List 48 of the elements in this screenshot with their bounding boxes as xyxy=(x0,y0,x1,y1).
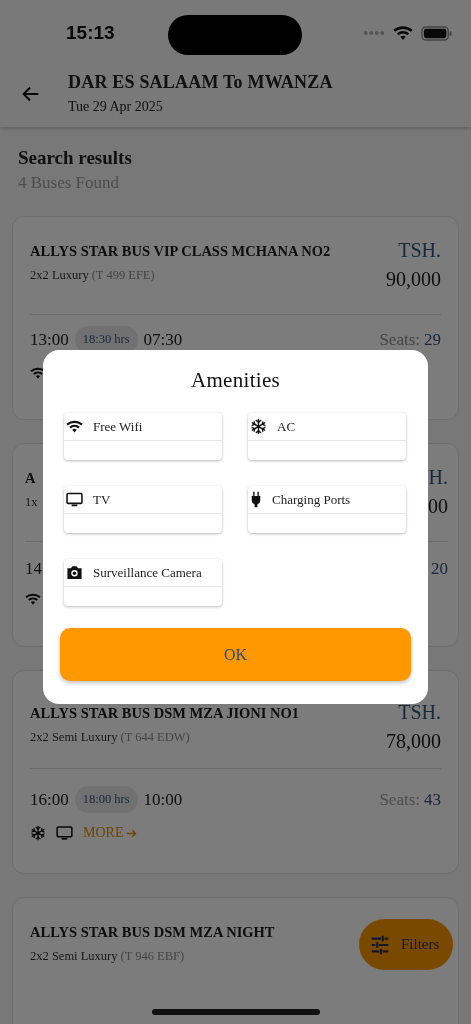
currency-label: TSH. xyxy=(397,239,441,262)
plate-number: (T 644 EDW) xyxy=(120,730,190,744)
plug-icon xyxy=(250,491,262,508)
bus-class: 2x2 Semi Luxury xyxy=(30,730,118,744)
bus-class: 2x2 Luxury xyxy=(30,268,89,282)
status-time: 15:13 xyxy=(66,22,115,44)
wifi-signal-icon xyxy=(393,25,413,41)
seats-count: 29 xyxy=(424,329,441,349)
section-title: Search results xyxy=(18,147,133,169)
departure-time: 16:00 xyxy=(30,789,69,810)
currency-label: TSH. xyxy=(397,701,441,724)
fare-price: 90,000 xyxy=(386,268,441,291)
travel-date: Tue 29 Apr 2025 xyxy=(68,99,164,115)
bus-name: ALLYS STAR BUS VIP CLASS MCHANA NO2 xyxy=(30,243,331,260)
sliders-icon xyxy=(369,933,391,956)
bus-class: 2x2 Semi Luxury xyxy=(30,949,118,963)
bus-name: ALLYS STAR BUS DSM MZA NIGHT xyxy=(30,924,275,941)
tv-icon xyxy=(66,492,83,507)
tv-icon xyxy=(56,826,73,840)
amenity-label: Surveillance Camera xyxy=(93,564,202,581)
departure-time: 13:00 xyxy=(30,329,69,350)
ok-button[interactable]: OK xyxy=(60,628,411,681)
fare-price: 78,000 xyxy=(386,730,441,753)
wifi-icon xyxy=(30,365,46,381)
seats-count: 43 xyxy=(424,789,441,809)
amenity-label: TV xyxy=(93,491,111,508)
currency-label: H. xyxy=(428,466,448,489)
fare-price: 00 xyxy=(428,495,448,518)
route-title: DAR ES SALAAM To MWANZA xyxy=(68,72,333,93)
seats-count: 20 xyxy=(431,559,448,578)
bus-name: ALLYS STAR BUS DSM MZA JIONI NO1 xyxy=(30,705,300,722)
battery-icon xyxy=(421,25,453,41)
duration-chip: 18:00 hrs xyxy=(74,786,138,813)
dialog-title: Amenities xyxy=(190,368,281,393)
snowflake-icon xyxy=(30,825,46,841)
bus-class: 1x xyxy=(25,495,38,509)
amenity-label: Free Wifi xyxy=(93,418,143,435)
snowflake-icon xyxy=(250,418,267,435)
amenity-label: AC xyxy=(277,418,296,435)
cellular-signal-icon xyxy=(363,30,385,36)
wifi-icon xyxy=(25,591,41,607)
wifi-icon xyxy=(66,419,83,434)
plate-number: (T 499 EFE) xyxy=(91,268,155,282)
arrival-time: 07:30 xyxy=(143,329,183,350)
departure-time: 14 xyxy=(25,559,42,579)
bus-name: A xyxy=(25,470,37,487)
amenity-label: Charging Ports xyxy=(272,491,351,508)
arrival-time: 10:00 xyxy=(143,789,183,810)
